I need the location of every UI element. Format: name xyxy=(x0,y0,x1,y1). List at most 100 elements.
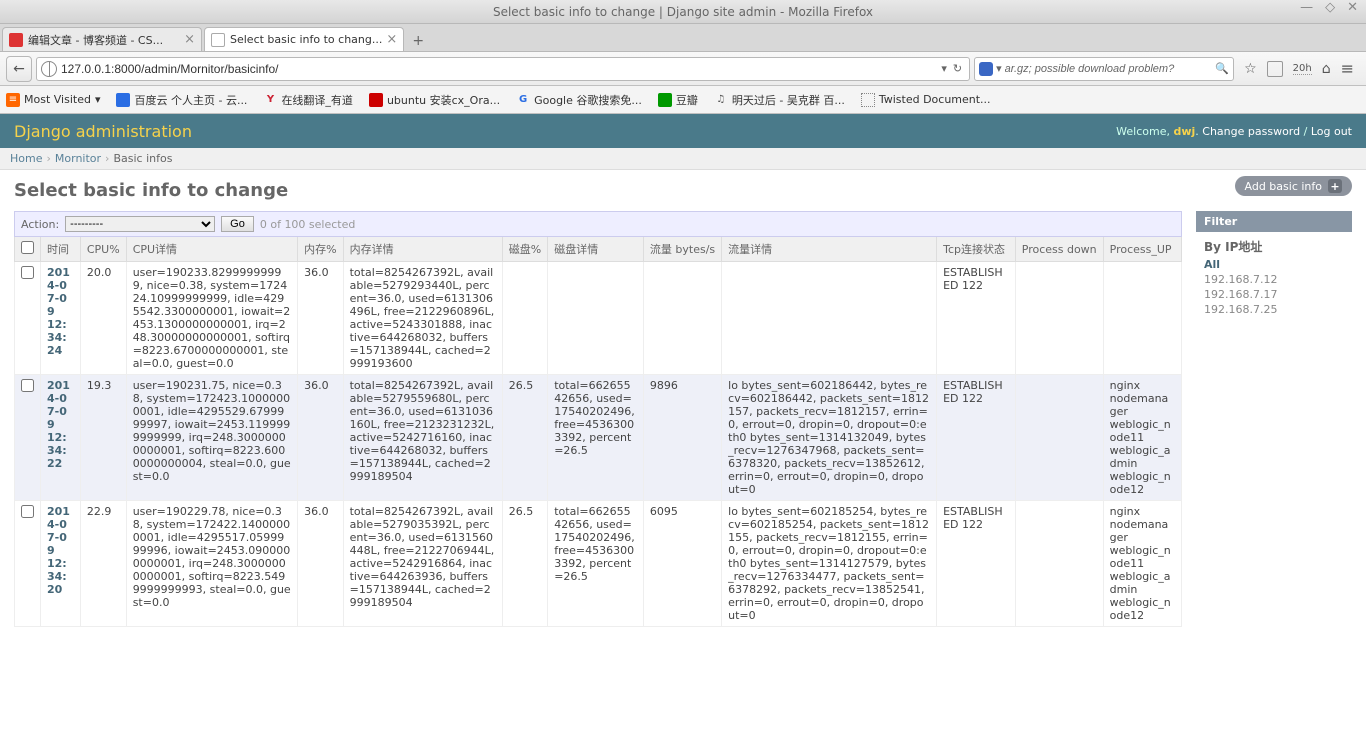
search-bar[interactable]: ▾ 🔍 xyxy=(974,57,1234,81)
cell-cpu_detail: user=190229.78, nice=0.38, system=172422… xyxy=(126,501,297,627)
search-input[interactable] xyxy=(1005,63,1216,75)
window-maximize-icon[interactable]: ◇ xyxy=(1321,0,1339,15)
cell-cpu_detail: user=190231.75, nice=0.38, system=172423… xyxy=(126,375,297,501)
tab-django[interactable]: Select basic info to chang... × xyxy=(204,27,404,51)
bookmark-item[interactable]: ubuntu 安装cx_Ora... xyxy=(369,92,500,108)
django-favicon-icon xyxy=(211,33,225,47)
bookmark-item[interactable]: ♫明天过后 - 吴克群 百... xyxy=(714,92,845,108)
actions-bar: Action: --------- Go 0 of 100 selected xyxy=(14,211,1182,237)
column-header[interactable]: CPU详情 xyxy=(126,237,297,262)
navbar: ← ▾ ↻ ▾ 🔍 ☆ 20h ⌂ ≡ xyxy=(0,52,1366,86)
cell-traffic: 9896 xyxy=(643,375,721,501)
tab-label: Select basic info to chang... xyxy=(230,33,382,46)
filter-item[interactable]: 192.168.7.17 xyxy=(1204,287,1344,302)
pocket-icon[interactable] xyxy=(1267,61,1283,77)
results-table: 时间CPU%CPU详情内存%内存详情磁盘%磁盘详情流量 bytes/s流量详情T… xyxy=(14,237,1182,627)
bookmark-star-icon[interactable]: ☆ xyxy=(1244,61,1257,77)
page-title: Select basic info to change xyxy=(14,180,1352,201)
row-checkbox[interactable] xyxy=(21,505,34,518)
breadcrumb-app[interactable]: Mornitor xyxy=(55,152,101,165)
cell-traffic_detail: lo bytes_sent=602185254, bytes_recv=6021… xyxy=(722,501,937,627)
bookmark-label: 豆瓣 xyxy=(676,92,698,108)
column-header[interactable]: Process_UP xyxy=(1103,237,1181,262)
row-checkbox[interactable] xyxy=(21,379,34,392)
tab-close-icon[interactable]: × xyxy=(386,32,397,47)
home-icon[interactable]: ⌂ xyxy=(1322,61,1331,77)
column-header[interactable]: CPU% xyxy=(80,237,126,262)
search-go-icon[interactable]: 🔍 xyxy=(1215,62,1229,75)
filter-item[interactable]: All xyxy=(1204,257,1344,272)
column-header[interactable]: 流量详情 xyxy=(722,237,937,262)
bookmark-item[interactable]: Twisted Document... xyxy=(861,92,991,108)
cell-disk_pct: 26.5 xyxy=(502,501,547,627)
tab-csdn[interactable]: 编辑文章 - 博客频道 - CS... × xyxy=(2,27,202,51)
cell-mem_detail: total=8254267392L, available=5279035392L… xyxy=(343,501,502,627)
hamburger-menu-icon[interactable]: ≡ xyxy=(1341,59,1354,78)
filter-item[interactable]: 192.168.7.12 xyxy=(1204,272,1344,287)
column-header[interactable]: 时间 xyxy=(41,237,81,262)
action-select[interactable]: --------- xyxy=(65,216,215,232)
change-password-link[interactable]: Change password xyxy=(1202,125,1300,138)
tab-close-icon[interactable]: × xyxy=(184,32,195,47)
url-input[interactable] xyxy=(61,62,938,76)
select-all-checkbox[interactable] xyxy=(21,241,34,254)
column-header[interactable]: 磁盘详情 xyxy=(548,237,644,262)
logout-link[interactable]: Log out xyxy=(1311,125,1352,138)
bookmark-label: Most Visited xyxy=(24,93,91,106)
cell-proc_up: nginxnodemanagerweblogic_node11weblogic_… xyxy=(1103,375,1181,501)
breadcrumb-home[interactable]: Home xyxy=(10,152,42,165)
cell-cpu_pct: 20.0 xyxy=(80,262,126,375)
new-tab-button[interactable]: + xyxy=(406,31,430,51)
bookmark-label: Twisted Document... xyxy=(879,93,991,106)
most-visited-button[interactable]: ≡ Most Visited ▾ xyxy=(6,93,100,107)
breadcrumb: Home › Mornitor › Basic infos xyxy=(0,148,1366,170)
cell-proc_up xyxy=(1103,262,1181,375)
cell-mem_detail: total=8254267392L, available=5279293440L… xyxy=(343,262,502,375)
cell-mem_pct: 36.0 xyxy=(298,501,343,627)
window-close-icon[interactable]: ✕ xyxy=(1343,0,1362,15)
column-header[interactable]: Tcp连接状态 xyxy=(937,237,1016,262)
bookmark-item[interactable]: Y在线翻译_有道 xyxy=(263,92,353,108)
welcome-text: Welcome, xyxy=(1116,125,1170,138)
timestamp-link[interactable]: 2014-07-0912:34:24 xyxy=(47,266,70,357)
column-header[interactable]: Process down xyxy=(1015,237,1103,262)
filter-item[interactable]: 192.168.7.25 xyxy=(1204,302,1344,317)
breadcrumb-model: Basic infos xyxy=(113,152,172,165)
django-brand: Django administration xyxy=(14,122,192,141)
bookmark-item[interactable]: 百度云 个人主页 - 云... xyxy=(116,92,247,108)
row-checkbox[interactable] xyxy=(21,266,34,279)
reload-icon[interactable]: ↻ xyxy=(950,62,965,75)
zoom-label[interactable]: 20h xyxy=(1293,63,1312,75)
cell-traffic_detail: lo bytes_sent=602186442, bytes_recv=6021… xyxy=(722,375,937,501)
url-dropdown-icon[interactable]: ▾ xyxy=(938,62,950,75)
feed-icon: ≡ xyxy=(6,93,20,107)
column-header[interactable]: 内存详情 xyxy=(343,237,502,262)
search-dropdown-icon[interactable]: ▾ xyxy=(996,62,1002,75)
cell-proc_up: nginxnodemanagerweblogic_node11weblogic_… xyxy=(1103,501,1181,627)
timestamp-link[interactable]: 2014-07-0912:34:20 xyxy=(47,505,70,596)
column-header[interactable]: 磁盘% xyxy=(502,237,547,262)
cell-traffic: 6095 xyxy=(643,501,721,627)
timestamp-link[interactable]: 2014-07-0912:34:22 xyxy=(47,379,70,470)
window-minimize-icon[interactable]: — xyxy=(1296,0,1317,15)
column-header[interactable]: 内存% xyxy=(298,237,343,262)
add-basic-info-button[interactable]: Add basic info + xyxy=(1235,176,1352,196)
tab-label: 编辑文章 - 博客频道 - CS... xyxy=(28,32,180,48)
user-tools: Welcome, dwj. Change password / Log out xyxy=(1116,125,1352,138)
bookmark-item[interactable]: GGoogle 谷歌搜索免... xyxy=(516,92,642,108)
window-controls: — ◇ ✕ xyxy=(1296,0,1362,15)
back-button[interactable]: ← xyxy=(6,56,32,82)
column-header[interactable]: 流量 bytes/s xyxy=(643,237,721,262)
bookmark-label: ubuntu 安装cx_Ora... xyxy=(387,92,500,108)
filter-by-label: By IP地址 xyxy=(1196,232,1352,257)
action-label: Action: xyxy=(21,218,59,231)
cell-tcp: ESTABLISHED 122 xyxy=(937,501,1016,627)
filter-sidebar: Filter By IP地址 All192.168.7.12192.168.7.… xyxy=(1196,211,1352,627)
window-titlebar: Select basic info to change | Django sit… xyxy=(0,0,1366,24)
bookmark-item[interactable]: 豆瓣 xyxy=(658,92,698,108)
cell-traffic_detail xyxy=(722,262,937,375)
url-bar[interactable]: ▾ ↻ xyxy=(36,57,970,81)
bookmark-label: Google 谷歌搜索免... xyxy=(534,92,642,108)
cell-cpu_pct: 19.3 xyxy=(80,375,126,501)
go-button[interactable]: Go xyxy=(221,216,254,232)
